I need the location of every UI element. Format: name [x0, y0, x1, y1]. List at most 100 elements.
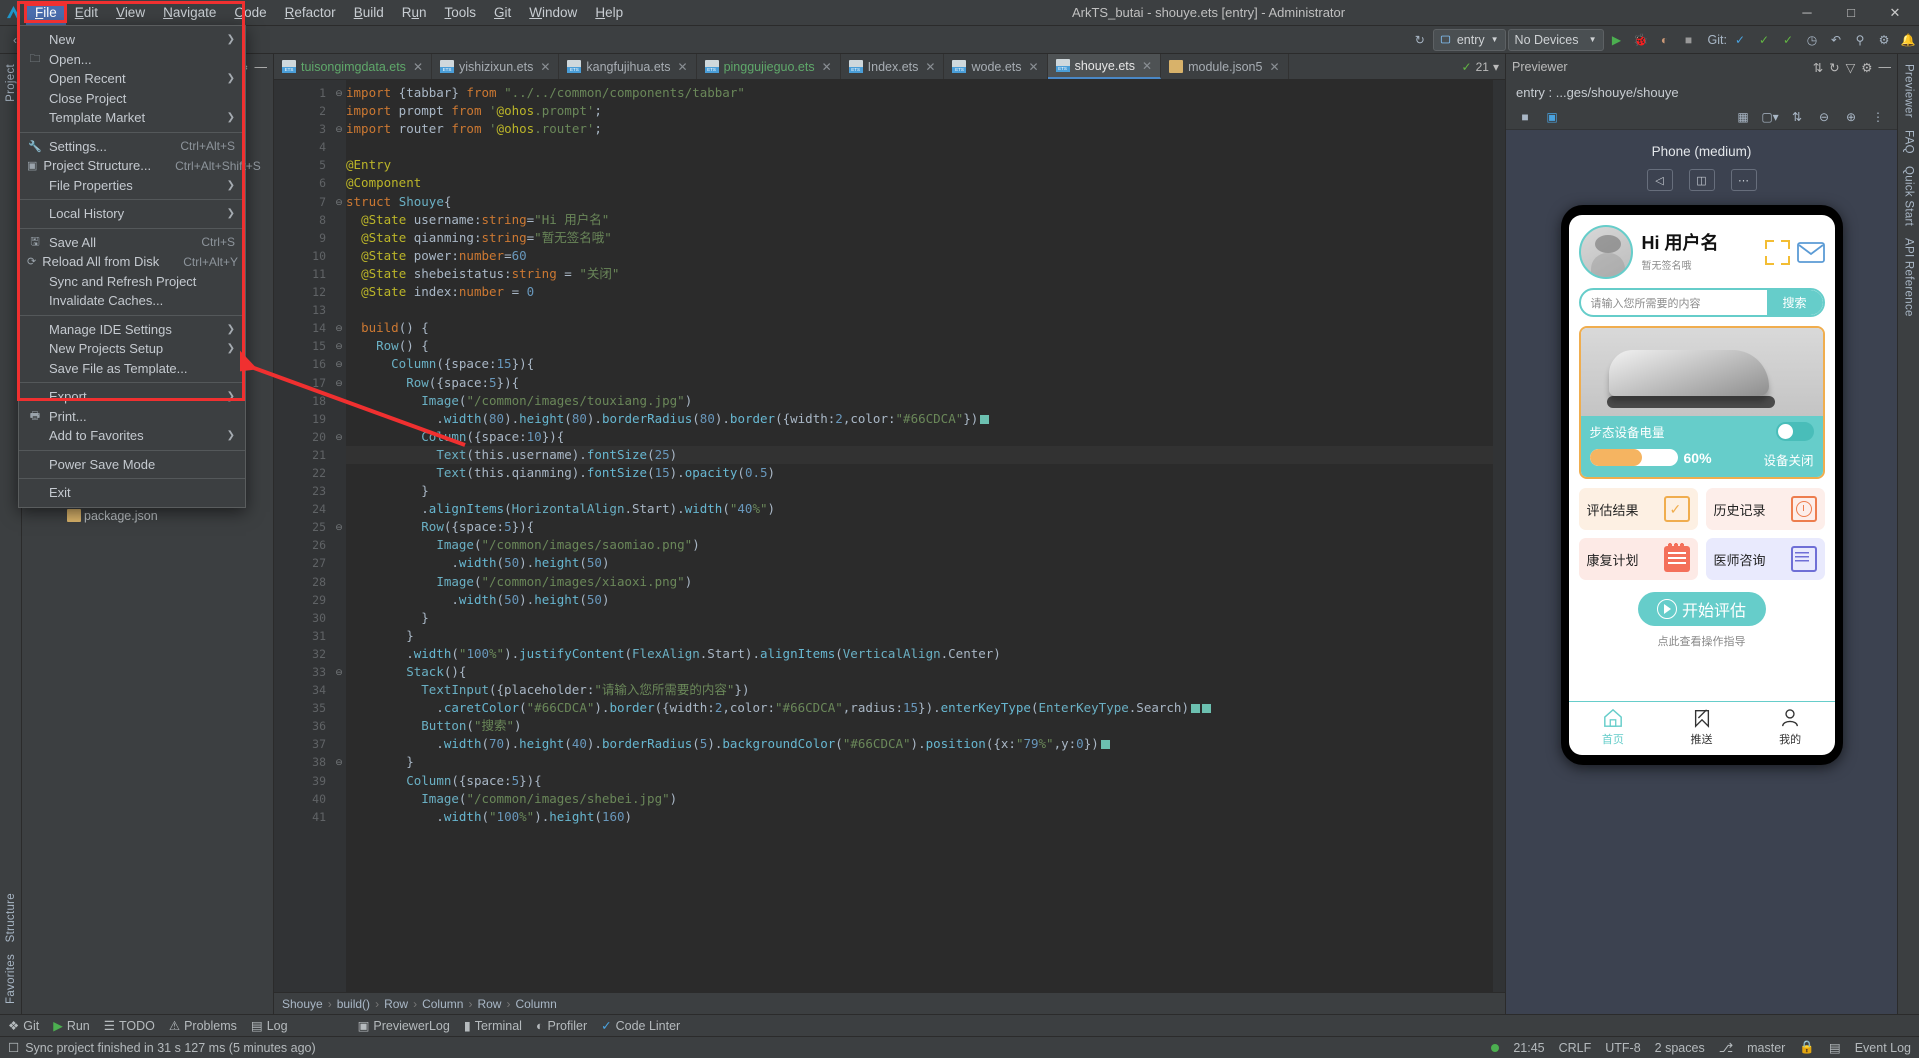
menu-edit[interactable]: Edit	[66, 1, 107, 25]
editor-breadcrumb-item[interactable]: build()	[337, 997, 370, 1011]
code-line[interactable]: .width(50).height(50)	[346, 554, 1505, 572]
previewer-settings-icon[interactable]: ⚙	[1861, 60, 1872, 75]
zoom-in-icon[interactable]: ⊕	[1840, 106, 1862, 128]
tool-profiler[interactable]: ◐ Profiler	[536, 1019, 587, 1033]
menu-item-print[interactable]: 🖶 Print...	[19, 407, 245, 427]
editor-tab-kangfujihua-ets[interactable]: kangfujihua.ets ✕	[559, 54, 697, 79]
fold-toggle-icon[interactable]: ⊖	[332, 193, 346, 211]
menu-navigate[interactable]: Navigate	[154, 1, 225, 25]
tool-run[interactable]: ▶ Run	[53, 1018, 90, 1034]
gear-icon[interactable]: ⚙	[1873, 29, 1895, 51]
code-line[interactable]: Button("搜索")	[346, 717, 1505, 735]
close-tab-icon[interactable]: ✕	[540, 60, 550, 74]
editor-tab-yishizixun-ets[interactable]: yishizixun.ets ✕	[432, 54, 560, 79]
menu-item-export[interactable]: Export ❯	[19, 387, 245, 407]
bottom-navigation[interactable]: 首页 推送 我的	[1568, 701, 1835, 755]
start-assessment-button[interactable]: 开始评估	[1637, 592, 1766, 626]
menu-tools[interactable]: Tools	[436, 1, 486, 25]
menu-git[interactable]: Git	[485, 1, 520, 25]
fold-toggle-icon[interactable]: ⊖	[332, 428, 346, 446]
fold-toggle-icon[interactable]: ⊖	[332, 663, 346, 681]
code-line[interactable]: Column({space:15}){	[346, 355, 1505, 373]
scan-icon[interactable]	[1764, 239, 1790, 265]
editor-breadcrumb-item[interactable]: Row	[384, 997, 408, 1011]
editor-breadcrumb-item[interactable]: Column	[515, 997, 556, 1011]
tool-codelinter[interactable]: ✓ Code Linter	[601, 1018, 680, 1034]
search-icon[interactable]: ⚲	[1849, 29, 1871, 51]
editor-tab-shouye-ets[interactable]: shouye.ets ✕	[1047, 54, 1162, 79]
menu-item-reload-all-from-disk[interactable]: ⟳ Reload All from Disk Ctrl+Alt+Y	[19, 252, 245, 272]
editor-breadcrumb-item[interactable]: Row	[477, 997, 501, 1011]
fold-toggle-icon[interactable]: ⊖	[332, 753, 346, 771]
inspection-more-icon[interactable]: ▾	[1493, 60, 1499, 74]
previewer-more-icon[interactable]: ⋮	[1867, 106, 1889, 128]
menu-item-exit[interactable]: Exit	[19, 483, 245, 503]
maximize-button[interactable]: □	[1829, 0, 1873, 26]
device-controls[interactable]: ◁ ◫ ⋯	[1646, 169, 1757, 191]
code-line[interactable]: build() {	[346, 319, 1505, 337]
code-line[interactable]: Image("/common/images/touxiang.jpg")	[346, 392, 1505, 410]
close-tab-icon[interactable]: ✕	[1269, 60, 1279, 74]
menu-item-project-structure[interactable]: ▣ Project Structure... Ctrl+Alt+Shift+S	[19, 156, 261, 176]
code-line[interactable]: @State qianming:string="暂无签名哦"	[346, 229, 1505, 247]
debug-icon[interactable]: 🐞	[1630, 29, 1652, 51]
undo-icon[interactable]: ↶	[1825, 29, 1847, 51]
menu-item-open-recent[interactable]: Open Recent ❯	[19, 69, 245, 89]
code-line[interactable]: }	[346, 609, 1505, 627]
sync-icon[interactable]: ↻	[1409, 29, 1431, 51]
inspector-icon[interactable]: ■	[1514, 106, 1536, 128]
more-options-icon[interactable]: ⋯	[1730, 169, 1757, 191]
previewer-toolbar[interactable]: ■ ▣ ▦ ▢▾ ⇅ ⊖ ⊕ ⋮	[1506, 104, 1897, 130]
search-input[interactable]: 请输入您所需要的内容	[1581, 295, 1767, 311]
tool-git[interactable]: ❖ Git	[8, 1018, 39, 1034]
breakpoint-marker[interactable]	[980, 414, 990, 424]
rail-tab-project[interactable]: Project	[3, 58, 19, 108]
editor-tab-strip[interactable]: tuisongimgdata.ets✕yishizixun.ets✕kangfu…	[274, 54, 1505, 80]
code-line[interactable]: import router from '@ohos.router';	[346, 120, 1505, 138]
breakpoint-marker[interactable]	[1100, 740, 1110, 750]
nav-item-mine[interactable]: 我的	[1746, 708, 1835, 747]
zoom-out-icon[interactable]: ⊖	[1813, 106, 1835, 128]
editor-scrollbar[interactable]	[1493, 80, 1505, 992]
code-line[interactable]: Stack(){	[346, 663, 1505, 681]
editor-breadcrumb-item[interactable]: Column	[422, 997, 463, 1011]
editor-tab-wode-ets[interactable]: wode.ets ✕	[944, 54, 1048, 79]
tool-terminal[interactable]: ▮ Terminal	[464, 1018, 522, 1034]
code-line[interactable]: Text(this.username).fontSize(25)	[346, 445, 1505, 464]
rail-tab-favorites[interactable]: Favorites	[3, 948, 19, 1010]
previewer-filter-icon[interactable]: ⇅	[1813, 60, 1823, 75]
rail-tab-apiref[interactable]: API Reference	[1901, 232, 1917, 323]
editor-tab-tuisongimgdata-ets[interactable]: tuisongimgdata.ets ✕	[274, 54, 432, 79]
editor-tab-Index-ets[interactable]: Index.ets ✕	[841, 54, 945, 79]
search-bar[interactable]: 请输入您所需要的内容 搜索	[1578, 288, 1825, 317]
hide-panel-icon[interactable]: —	[255, 60, 268, 74]
code-line[interactable]: }	[346, 627, 1505, 645]
code-line[interactable]: .width(80).height(80).borderRadius(80).b…	[346, 410, 1505, 428]
close-tab-icon[interactable]: ✕	[413, 60, 423, 74]
tool-log[interactable]: ▤ Log	[251, 1018, 288, 1034]
rotate-left-icon[interactable]: ◁	[1646, 169, 1673, 191]
rail-tab-previewer[interactable]: Previewer	[1901, 58, 1917, 124]
code-line[interactable]: }	[346, 482, 1505, 500]
grid-item-history[interactable]: 历史记录	[1705, 488, 1825, 530]
fold-toggle-icon[interactable]: ⊖	[332, 337, 346, 355]
nav-item-push[interactable]: 推送	[1657, 708, 1746, 747]
stop-icon[interactable]: ■	[1678, 29, 1700, 51]
code-line[interactable]: @State power:number=60	[346, 247, 1505, 265]
code-line[interactable]: Row({space:5}){	[346, 518, 1505, 536]
code-line[interactable]: Column({space:10}){	[346, 428, 1505, 446]
device-selector[interactable]: No Devices ▼	[1507, 28, 1604, 51]
menu-item-new-projects-setup[interactable]: New Projects Setup ❯	[19, 339, 245, 359]
menu-refactor[interactable]: Refactor	[276, 1, 345, 25]
tree-item-package-json[interactable]: package.json	[22, 507, 273, 524]
fold-toggle-icon[interactable]: ⊖	[332, 374, 346, 392]
fold-device-icon[interactable]: ◫	[1688, 169, 1715, 191]
rotate-icon[interactable]: ⇅	[1786, 106, 1808, 128]
grid-item-plan[interactable]: 康复计划	[1578, 538, 1698, 580]
code-line[interactable]: .width("100%").justifyContent(FlexAlign.…	[346, 645, 1505, 663]
nav-item-home[interactable]: 首页	[1569, 708, 1658, 747]
code-line[interactable]: Image("/common/images/xiaoxi.png")	[346, 573, 1505, 591]
grid-view-icon[interactable]: ▦	[1732, 106, 1754, 128]
tool-todo[interactable]: ☰ TODO	[104, 1018, 155, 1034]
layers-icon[interactable]: ▣	[1541, 106, 1563, 128]
